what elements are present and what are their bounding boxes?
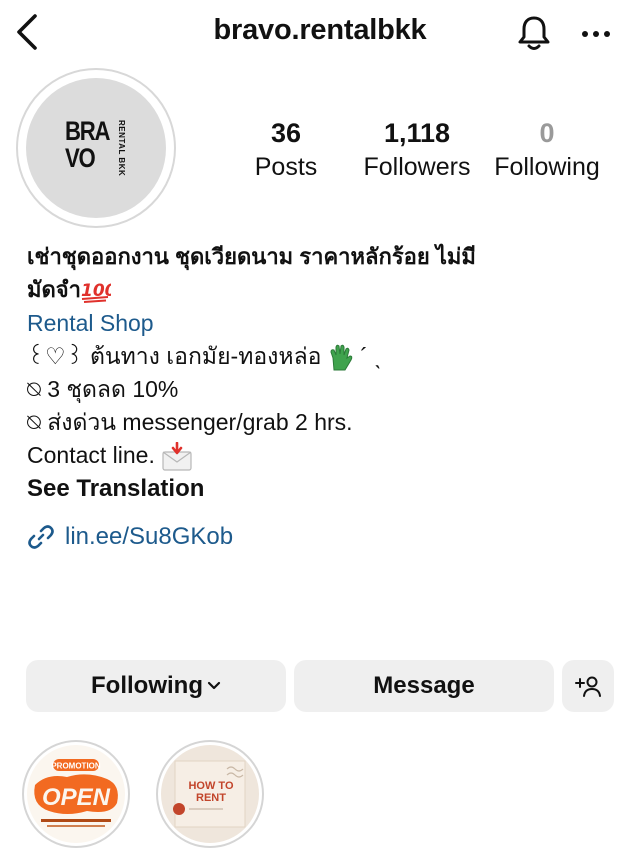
add-user-icon	[575, 676, 601, 697]
profile-link[interactable]: lin.ee/Su8GKob	[27, 520, 617, 553]
how-to-label: HOW TO	[188, 780, 233, 792]
story-highlights: PROMOTION OPEN HOW TO RENT	[22, 740, 322, 853]
highlight-how-to-rent[interactable]: HOW TO RENT	[156, 740, 264, 848]
profile-category: Rental Shop	[27, 310, 154, 336]
bio-title-line-2: มัดจำ 100	[27, 273, 617, 306]
bio-line-discount: ⍉ 3 ชุดลด 10%	[27, 376, 179, 402]
bio-line-contact-text: Contact line.	[27, 442, 155, 468]
following-button-label: Following	[91, 672, 203, 699]
highlight-promotion-cover: PROMOTION OPEN	[27, 745, 125, 843]
followers-stat[interactable]: 1,118 Followers	[352, 116, 482, 184]
chevron-down-icon	[207, 681, 221, 690]
green-glove-icon	[330, 344, 353, 371]
bio-line-delivery: ⍉ ส่งด่วน messenger/grab 2 hrs.	[27, 409, 353, 435]
incoming-envelope-icon	[162, 441, 192, 471]
following-button[interactable]: Following	[26, 660, 286, 712]
followers-label: Followers	[363, 153, 471, 181]
posts-stat[interactable]: 36 Posts	[236, 116, 336, 184]
how-to-rent-cover-art: HOW TO RENT	[173, 760, 246, 828]
following-stat[interactable]: 0 Following	[486, 116, 608, 184]
profile-link-text: lin.ee/Su8GKob	[65, 523, 234, 550]
promotion-cover-art: PROMOTION OPEN	[34, 759, 118, 827]
profile-stats: 36 Posts 1,118 Followers 0 Following	[0, 116, 640, 186]
highlight-how-to-rent-cover: HOW TO RENT	[161, 745, 259, 843]
following-count: 0	[539, 118, 555, 148]
suggested-users-button[interactable]	[562, 660, 614, 712]
promotion-label: PROMOTION	[51, 762, 101, 771]
rent-label: RENT	[196, 792, 226, 804]
followers-count: 1,118	[383, 118, 451, 148]
see-translation-link[interactable]: See Translation	[27, 472, 617, 506]
open-label: OPEN	[42, 784, 111, 811]
more-horizontal-icon	[582, 31, 610, 37]
message-button[interactable]: Message	[294, 660, 554, 712]
bio-line-location: ꒰♡꒱ ต้นทาง เอกมัย-ทองหล่อ ´ ˎ	[27, 340, 617, 373]
hundred-points-icon: 100	[81, 281, 111, 304]
following-label: Following	[494, 153, 600, 181]
link-icon	[28, 524, 54, 549]
highlight-promotion[interactable]: PROMOTION OPEN	[22, 740, 130, 848]
posts-label: Posts	[254, 153, 318, 181]
bio-line-location-text: ꒰♡꒱ ต้นทาง เอกมัย-ทองหล่อ	[27, 343, 322, 369]
top-bar: bravo.rentalbkk	[0, 0, 640, 64]
bio-title-text: มัดจำ	[27, 277, 82, 302]
notifications-button[interactable]	[512, 12, 556, 54]
bio-line-location-tail: ´ ˎ	[353, 343, 382, 369]
bio-title-line-1: เช่าชุดออกงาน ชุดเวียดนาม ราคาหลักร้อย ไ…	[27, 244, 476, 269]
posts-count: 36	[270, 118, 302, 148]
profile-actions: Following Message	[26, 660, 618, 712]
bio-line-contact: Contact line.	[27, 439, 617, 472]
more-options-button[interactable]	[574, 14, 618, 54]
message-button-label: Message	[373, 672, 475, 699]
bell-icon	[518, 16, 550, 50]
profile-bio: เช่าชุดออกงาน ชุดเวียดนาม ราคาหลักร้อย ไ…	[27, 240, 617, 553]
